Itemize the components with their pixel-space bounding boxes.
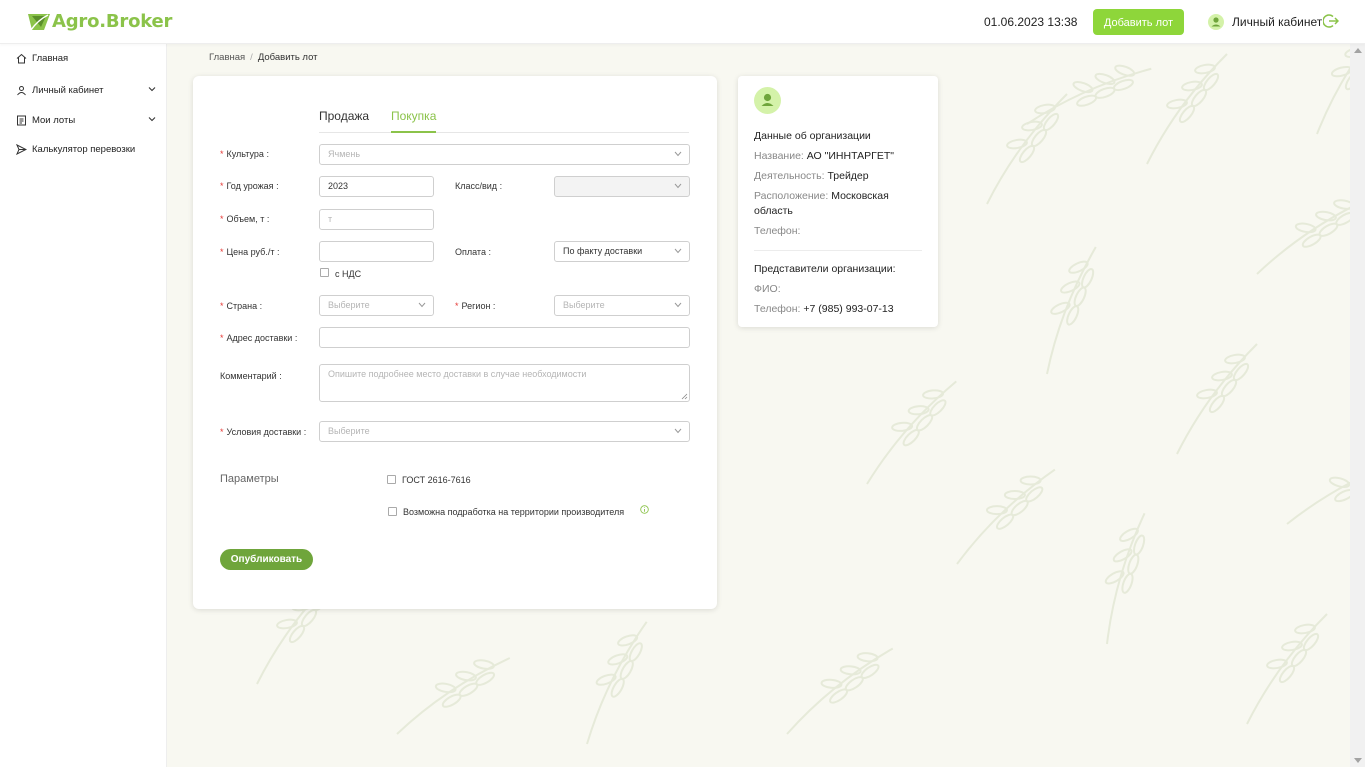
required-mark: * [220,181,224,191]
representatives-title: Представители организации: [754,263,896,275]
breadcrumb-home-link[interactable]: Главная [209,52,245,63]
refinement-label: Возможна подработка на территории произв… [403,507,625,517]
required-mark: * [220,301,224,311]
org-activity-row: Деятельность: Трейдер [754,170,869,182]
culture-label: * Культура : [220,149,269,159]
vat-label: с НДС [335,269,362,279]
harvest-year-input[interactable]: 2023 [319,176,434,197]
send-icon [16,143,27,155]
culture-select[interactable]: Ячмень [319,144,690,165]
chevron-down-icon [418,302,426,308]
current-datetime: 01.06.2023 13:38 [984,15,1078,29]
info-icon[interactable] [640,505,649,514]
payment-select[interactable]: По факту доставки [554,241,690,262]
resize-grip-icon[interactable] [681,393,688,400]
home-icon [16,53,27,63]
required-mark: * [220,214,224,224]
chevron-down-icon[interactable] [148,85,156,93]
refinement-checkbox[interactable] [388,507,397,516]
personal-cabinet-link[interactable]: Личный кабинет [1232,15,1322,29]
gost-checkbox[interactable] [387,475,396,484]
add-lot-button[interactable]: Добавить лот [1093,9,1184,35]
required-mark: * [455,301,459,311]
address-label: * Адрес доставки : [220,333,298,343]
rep-phone-row: Телефон: +7 (985) 993-07-13 [754,303,894,315]
price-label: * Цена руб./т : [220,247,280,257]
parameters-label: Параметры [220,473,279,485]
volume-label: * Объем, т : [220,214,270,224]
scroll-up-icon[interactable] [1354,48,1362,53]
leaf-logo-icon [28,13,50,30]
delivery-terms-select[interactable]: Выберите [319,421,690,442]
delivery-terms-label: * Условия доставки : [220,427,307,437]
chevron-down-icon [674,428,682,434]
country-label: * Страна : [220,301,263,311]
org-name-row: Название: АО "ИННТАРГЕТ" [754,150,894,162]
chevron-down-icon[interactable] [148,115,156,123]
chevron-down-icon [674,248,682,254]
payment-label: Оплата : [455,247,491,257]
comment-textarea[interactable]: Опишите подробнее место доставки в случа… [319,364,690,402]
chevron-down-icon [674,151,682,157]
vat-checkbox[interactable] [320,268,329,277]
breadcrumb-current: Добавить лот [257,52,318,63]
organization-title: Данные об организации [754,130,871,142]
org-phone-row: Телефон: [754,225,801,237]
sidebar-item-label: Мои лоты [32,114,76,126]
org-activity-value: Трейдер [827,170,869,182]
logout-icon[interactable] [1323,13,1339,29]
organization-info-card: Данные об организации Название: АО "ИННТ… [738,76,938,327]
tab-sale[interactable]: Продажа [319,109,369,133]
rep-phone-value: +7 (985) 993-07-13 [803,303,894,315]
tab-purchase[interactable]: Покупка [391,109,437,133]
region-label: * Регион : [455,301,496,311]
required-mark: * [220,427,224,437]
breadcrumb-separator: / [250,52,253,63]
harvest-year-label: * Год урожая : [220,181,279,191]
sidebar-item-home[interactable]: Главная [16,50,156,66]
lot-type-tabs: Продажа Покупка [319,109,689,133]
sidebar-item-calculator[interactable]: Калькулятор перевозки [16,141,156,157]
comment-label: Комментарий : [220,371,282,381]
sidebar-item-label: Личный кабинет [32,84,104,96]
chevron-down-icon [674,183,682,189]
region-select[interactable]: Выберите [554,295,690,316]
price-input[interactable] [319,241,434,262]
class-type-label: Класс/вид : [455,181,503,191]
top-header: Agro.Broker 01.06.2023 13:38 Добавить ло… [0,0,1365,44]
sidebar-item-label: Главная [32,52,69,64]
org-location-row: Расположение: Московская область [754,190,889,217]
class-type-select[interactable] [554,176,690,197]
user-avatar-icon[interactable] [1208,14,1224,30]
vertical-scrollbar[interactable] [1350,44,1365,767]
logo-text: Agro.Broker [52,11,173,32]
delivery-address-input[interactable] [319,327,690,348]
volume-input[interactable]: т [319,209,434,230]
required-mark: * [220,247,224,257]
scroll-down-icon[interactable] [1354,758,1362,763]
required-mark: * [220,149,224,159]
required-mark: * [220,333,224,343]
breadcrumb: Главная / Добавить лот [209,52,318,63]
publish-button[interactable]: Опубликовать [220,549,313,570]
add-lot-form-card: Продажа Покупка * Культура : Ячмень * Год … [193,76,717,609]
divider [754,250,922,251]
organization-avatar-icon [754,87,781,114]
sidebar-item-cabinet[interactable]: Личный кабинет [16,82,156,98]
logo[interactable]: Agro.Broker [28,11,172,32]
sidebar-item-my-lots[interactable]: Мои лоты [16,112,156,128]
rep-fio-row: ФИО: [754,283,781,295]
org-name-value: АО "ИННТАРГЕТ" [806,150,894,162]
chevron-down-icon [674,302,682,308]
user-icon [17,85,26,95]
country-select[interactable]: Выберите [319,295,434,316]
document-icon [17,115,26,125]
sidebar: Главная Личный кабинет Мои лоты Калькуля… [0,44,167,767]
gost-label: ГОСТ 2616-7616 [402,475,471,485]
sidebar-item-label: Калькулятор перевозки [32,143,136,155]
